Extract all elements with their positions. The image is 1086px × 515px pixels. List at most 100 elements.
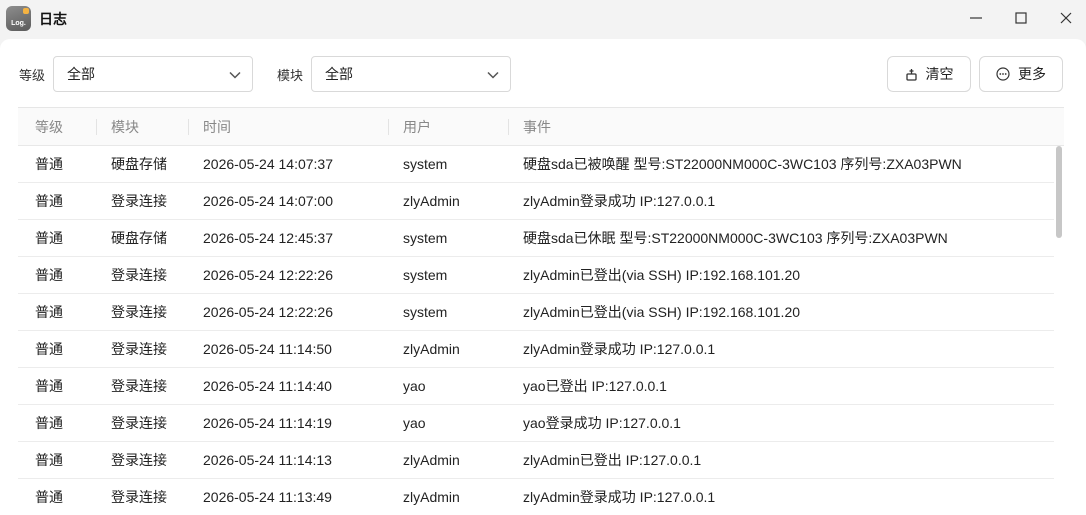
- cell-user: system: [403, 267, 448, 283]
- vertical-scrollbar[interactable]: [1055, 146, 1064, 515]
- table-row[interactable]: 普通 登录连接 2026-05-24 12:22:26 system zlyAd…: [18, 294, 1054, 331]
- app-logo-icon: Log.: [6, 6, 31, 31]
- table-row[interactable]: 普通 登录连接 2026-05-24 14:07:00 zlyAdmin zly…: [18, 183, 1054, 220]
- table-row[interactable]: 普通 登录连接 2026-05-24 11:14:13 zlyAdmin zly…: [18, 442, 1054, 479]
- cell-time: 2026-05-24 11:14:19: [203, 415, 332, 431]
- broom-icon: [905, 68, 917, 81]
- scrollbar-thumb[interactable]: [1056, 146, 1062, 238]
- table-row[interactable]: 普通 硬盘存储 2026-05-24 12:45:37 system 硬盘sda…: [18, 220, 1054, 257]
- cell-module: 硬盘存储: [111, 230, 167, 246]
- table-body: 普通 硬盘存储 2026-05-24 14:07:37 system 硬盘sda…: [18, 146, 1054, 515]
- column-header-user[interactable]: 用户: [403, 108, 431, 146]
- cell-module: 登录连接: [111, 193, 167, 209]
- cell-level: 普通: [35, 378, 63, 394]
- cell-time: 2026-05-24 11:14:13: [203, 452, 332, 468]
- cell-level: 普通: [35, 304, 63, 320]
- chevron-down-icon: [229, 71, 241, 79]
- cell-user: system: [403, 304, 448, 320]
- table-header: 等级 模块 时间 用户 事件: [18, 108, 1064, 146]
- more-button-label: 更多: [1018, 66, 1046, 82]
- table-row[interactable]: 普通 登录连接 2026-05-24 11:13:49 zlyAdmin zly…: [18, 479, 1054, 515]
- cell-event: yao登录成功 IP:127.0.0.1: [523, 415, 681, 431]
- cell-module: 登录连接: [111, 452, 167, 468]
- cell-event: 硬盘sda已被唤醒 型号:ST22000NM000C-3WC103 序列号:ZX…: [523, 156, 962, 172]
- cell-event: zlyAdmin登录成功 IP:127.0.0.1: [523, 489, 716, 505]
- cell-module: 登录连接: [111, 304, 167, 320]
- module-filter-select[interactable]: 全部: [311, 56, 511, 92]
- cell-time: 2026-05-24 14:07:00: [203, 193, 333, 209]
- level-filter-value: 全部: [67, 66, 95, 82]
- window-title: 日志: [39, 11, 67, 27]
- cell-user: zlyAdmin: [403, 489, 460, 505]
- cell-module: 登录连接: [111, 415, 167, 431]
- cell-module: 登录连接: [111, 341, 167, 357]
- maximize-button[interactable]: [1001, 4, 1041, 32]
- chevron-down-icon: [487, 71, 499, 79]
- minimize-button[interactable]: [956, 4, 996, 32]
- column-header-module[interactable]: 模块: [111, 108, 139, 146]
- cell-time: 2026-05-24 12:22:26: [203, 304, 333, 320]
- cell-event: yao已登出 IP:127.0.0.1: [523, 378, 667, 394]
- column-divider[interactable]: [96, 119, 97, 135]
- cell-level: 普通: [35, 156, 63, 172]
- cell-user: system: [403, 230, 448, 246]
- module-filter-label: 模块: [277, 68, 304, 83]
- cell-level: 普通: [35, 489, 63, 505]
- column-header-event[interactable]: 事件: [523, 108, 551, 146]
- cell-event: zlyAdmin已登出 IP:127.0.0.1: [523, 452, 702, 468]
- cell-event: zlyAdmin登录成功 IP:127.0.0.1: [523, 341, 716, 357]
- cell-event: zlyAdmin已登出(via SSH) IP:192.168.101.20: [523, 304, 801, 320]
- cell-time: 2026-05-24 11:14:40: [203, 378, 332, 394]
- column-header-time[interactable]: 时间: [203, 108, 231, 146]
- cell-time: 2026-05-24 14:07:37: [203, 156, 333, 172]
- cell-time: 2026-05-24 11:14:50: [203, 341, 332, 357]
- table-row[interactable]: 普通 登录连接 2026-05-24 11:14:19 yao yao登录成功 …: [18, 405, 1054, 442]
- close-button[interactable]: [1046, 4, 1086, 32]
- column-divider[interactable]: [188, 119, 189, 135]
- table-row[interactable]: 普通 硬盘存储 2026-05-24 14:07:37 system 硬盘sda…: [18, 146, 1054, 183]
- cell-module: 登录连接: [111, 489, 167, 505]
- cell-time: 2026-05-24 12:22:26: [203, 267, 333, 283]
- cell-level: 普通: [35, 415, 63, 431]
- clear-button-label: 清空: [925, 66, 954, 82]
- cell-time: 2026-05-24 11:13:49: [203, 489, 332, 505]
- cell-level: 普通: [35, 230, 63, 246]
- cell-module: 登录连接: [111, 378, 167, 394]
- cell-level: 普通: [35, 267, 63, 283]
- cell-user: zlyAdmin: [403, 452, 460, 468]
- more-dots-icon: [996, 67, 1010, 81]
- column-divider[interactable]: [508, 119, 509, 135]
- cell-level: 普通: [35, 341, 63, 357]
- log-panel: 等级 全部 模块 全部 清空 更多 等级 模块 时间 用户 事件 普通 硬盘存储…: [0, 39, 1086, 515]
- table-row[interactable]: 普通 登录连接 2026-05-24 11:14:40 yao yao已登出 I…: [18, 368, 1054, 405]
- app-logo-text: Log.: [11, 20, 26, 27]
- cell-event: zlyAdmin已登出(via SSH) IP:192.168.101.20: [523, 267, 801, 283]
- cell-level: 普通: [35, 452, 63, 468]
- cell-module: 硬盘存储: [111, 156, 167, 172]
- module-filter-value: 全部: [325, 66, 353, 82]
- level-filter-label: 等级: [19, 68, 46, 83]
- table-row[interactable]: 普通 登录连接 2026-05-24 11:14:50 zlyAdmin zly…: [18, 331, 1054, 368]
- minimize-icon: [970, 17, 982, 19]
- cell-level: 普通: [35, 193, 63, 209]
- maximize-icon: [1015, 12, 1027, 24]
- cell-user: yao: [403, 378, 426, 394]
- app-logo-dot: [23, 8, 29, 14]
- cell-user: zlyAdmin: [403, 193, 460, 209]
- column-divider[interactable]: [388, 119, 389, 135]
- close-icon: [1060, 12, 1072, 24]
- cell-time: 2026-05-24 12:45:37: [203, 230, 333, 246]
- more-button[interactable]: 更多: [979, 56, 1063, 92]
- cell-user: zlyAdmin: [403, 341, 460, 357]
- column-header-level[interactable]: 等级: [35, 108, 63, 146]
- cell-user: yao: [403, 415, 426, 431]
- cell-module: 登录连接: [111, 267, 167, 283]
- cell-event: zlyAdmin登录成功 IP:127.0.0.1: [523, 193, 716, 209]
- log-table: 等级 模块 时间 用户 事件 普通 硬盘存储 2026-05-24 14:07:…: [18, 107, 1064, 515]
- cell-user: system: [403, 156, 448, 172]
- table-row[interactable]: 普通 登录连接 2026-05-24 12:22:26 system zlyAd…: [18, 257, 1054, 294]
- title-bar: Log. 日志: [0, 0, 1086, 38]
- clear-button[interactable]: 清空: [887, 56, 971, 92]
- cell-event: 硬盘sda已休眠 型号:ST22000NM000C-3WC103 序列号:ZXA…: [523, 230, 948, 246]
- level-filter-select[interactable]: 全部: [53, 56, 253, 92]
